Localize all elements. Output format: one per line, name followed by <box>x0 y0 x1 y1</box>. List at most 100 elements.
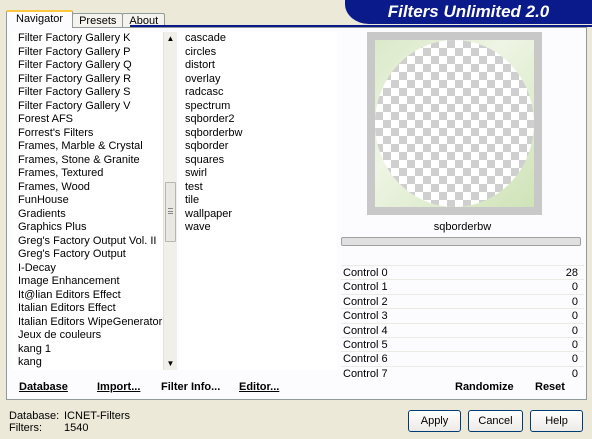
grip-icon <box>168 208 173 214</box>
control-row[interactable]: Control 3 0 <box>341 308 584 322</box>
control-label: Control 2 <box>343 295 388 308</box>
toolbar: Database Import... Filter Info... Editor… <box>7 376 586 398</box>
category-item[interactable]: Filter Factory Gallery K <box>13 32 177 46</box>
apply-button[interactable]: Apply <box>408 410 461 432</box>
filter-item[interactable]: wallpaper <box>179 208 337 222</box>
filter-list: cascade circles distort overlay radcasc spect… <box>179 32 337 235</box>
control-label: Control 1 <box>343 281 388 294</box>
transparency-checkerboard <box>375 40 534 207</box>
database-button[interactable]: Database <box>19 381 68 393</box>
filter-item[interactable]: wave <box>179 221 337 235</box>
database-value: ICNET-Filters <box>64 410 130 422</box>
app-title: Filters Unlimited 2.0 <box>345 0 592 24</box>
filters-count-value: 1540 <box>64 422 89 434</box>
control-value: 0 <box>571 353 578 366</box>
up-arrow-icon[interactable]: ▲ <box>164 32 177 45</box>
filter-item[interactable]: distort <box>179 59 337 73</box>
category-item[interactable]: I-Decay <box>13 262 177 276</box>
category-item[interactable]: Filter Factory Gallery R <box>13 73 177 87</box>
control-value: 0 <box>571 324 578 337</box>
help-button[interactable]: Help <box>530 410 583 432</box>
scroll-thumb[interactable] <box>165 182 176 242</box>
filter-item[interactable]: cascade <box>179 32 337 46</box>
category-item[interactable]: Greg's Factory Output Vol. II <box>13 235 177 249</box>
category-item[interactable]: Frames, Stone & Granite <box>13 154 177 168</box>
category-item[interactable]: Frames, Marble & Crystal <box>13 140 177 154</box>
category-item[interactable]: FunHouse <box>13 194 177 208</box>
category-scrollbar[interactable]: ▲ ▼ <box>163 32 177 370</box>
filter-item[interactable]: overlay <box>179 73 337 87</box>
category-item[interactable]: Forrest's Filters <box>13 127 177 141</box>
database-info: Database: ICNET-Filters Filters: 1540 <box>9 410 130 434</box>
control-row[interactable]: Control 6 0 <box>341 351 584 365</box>
filter-item[interactable]: circles <box>179 46 337 60</box>
down-arrow-icon[interactable]: ▼ <box>164 357 177 370</box>
filter-item[interactable]: sqborder2 <box>179 113 337 127</box>
tab-presets[interactable]: Presets <box>72 13 124 28</box>
category-item[interactable]: Frames, Wood <box>13 181 177 195</box>
category-list: Filter Factory Gallery K Filter Factory G… <box>13 32 177 370</box>
control-label: Control 0 <box>343 267 388 279</box>
category-item[interactable]: Filter Factory Gallery P <box>13 46 177 60</box>
category-item[interactable]: kang 1 <box>13 343 177 357</box>
category-item[interactable]: kang <box>13 356 177 370</box>
category-item[interactable]: Gradients <box>13 208 177 222</box>
filter-item[interactable]: radcasc <box>179 86 337 100</box>
filter-info-button[interactable]: Filter Info... <box>161 381 220 393</box>
category-item[interactable]: Graphics Plus <box>13 221 177 235</box>
filter-item[interactable]: test <box>179 181 337 195</box>
control-value: 0 <box>571 295 578 308</box>
editor-button[interactable]: Editor... <box>239 381 279 393</box>
randomize-button[interactable]: Randomize <box>455 381 514 393</box>
preview-column: sqborderbw Control 0 28 Control 1 0 Control … <box>340 32 584 380</box>
database-label: Database <box>19 381 68 393</box>
control-row[interactable]: Control 4 0 <box>341 322 584 337</box>
preview-image <box>375 40 534 207</box>
control-row[interactable]: Control 1 0 <box>341 279 584 293</box>
category-item[interactable]: Filter Factory Gallery Q <box>13 59 177 73</box>
control-value: 0 <box>571 281 578 294</box>
filter-item[interactable]: squares <box>179 154 337 168</box>
category-item[interactable]: Jeux de couleurs <box>13 329 177 343</box>
filters-count-label: Filters: <box>9 422 42 434</box>
cancel-button[interactable]: Cancel <box>468 410 523 432</box>
filter-item[interactable]: sqborderbw <box>179 127 337 141</box>
category-item[interactable]: Italian Editors WipeGenerator <box>13 316 177 330</box>
control-label: Control 4 <box>343 324 388 337</box>
control-row[interactable]: Control 2 0 <box>341 293 584 308</box>
reset-button[interactable]: Reset <box>535 381 565 393</box>
editor-label: Editor... <box>239 381 280 393</box>
category-item[interactable]: Frames, Textured <box>13 167 177 181</box>
filters-unlimited-window: Navigator Presets About Filters Unlimite… <box>0 0 592 439</box>
selected-filter-name: sqborderbw <box>341 218 584 236</box>
import-label: Import... <box>97 381 141 393</box>
filter-item[interactable]: spectrum <box>179 100 337 114</box>
category-item[interactable]: Forest AFS <box>13 113 177 127</box>
preview-frame <box>367 32 542 215</box>
category-list-pane: Filter Factory Gallery K Filter Factory G… <box>13 32 177 370</box>
category-item[interactable]: Italian Editors Effect <box>13 302 177 316</box>
control-row[interactable]: Control 0 28 <box>341 265 584 279</box>
category-item[interactable]: Greg's Factory Output <box>13 248 177 262</box>
control-row[interactable]: Control 5 0 <box>341 336 584 351</box>
tab-navigator[interactable]: Navigator <box>6 10 74 28</box>
control-value: 28 <box>565 267 578 279</box>
database-label: Database: <box>9 410 60 422</box>
filter-item[interactable]: sqborder <box>179 140 337 154</box>
control-value: 0 <box>571 338 578 351</box>
control-value: 0 <box>571 310 578 323</box>
control-list: Control 0 28 Control 1 0 Control 2 0 Control 3… <box>341 265 584 380</box>
category-item[interactable]: Image Enhancement <box>13 275 177 289</box>
navigator-panel: Filter Factory Gallery K Filter Factory G… <box>6 27 587 400</box>
category-item[interactable]: It@lian Editors Effect <box>13 289 177 303</box>
category-item[interactable]: Filter Factory Gallery V <box>13 100 177 114</box>
filter-item[interactable]: swirl <box>179 167 337 181</box>
control-label: Control 5 <box>343 338 388 351</box>
filter-list-pane: cascade circles distort overlay radcasc spect… <box>179 32 337 370</box>
category-item[interactable]: Filter Factory Gallery S <box>13 86 177 100</box>
progress-bar <box>341 237 581 246</box>
import-button[interactable]: Import... <box>97 381 140 393</box>
control-label: Control 6 <box>343 353 388 366</box>
filter-item[interactable]: tile <box>179 194 337 208</box>
control-label: Control 3 <box>343 310 388 323</box>
